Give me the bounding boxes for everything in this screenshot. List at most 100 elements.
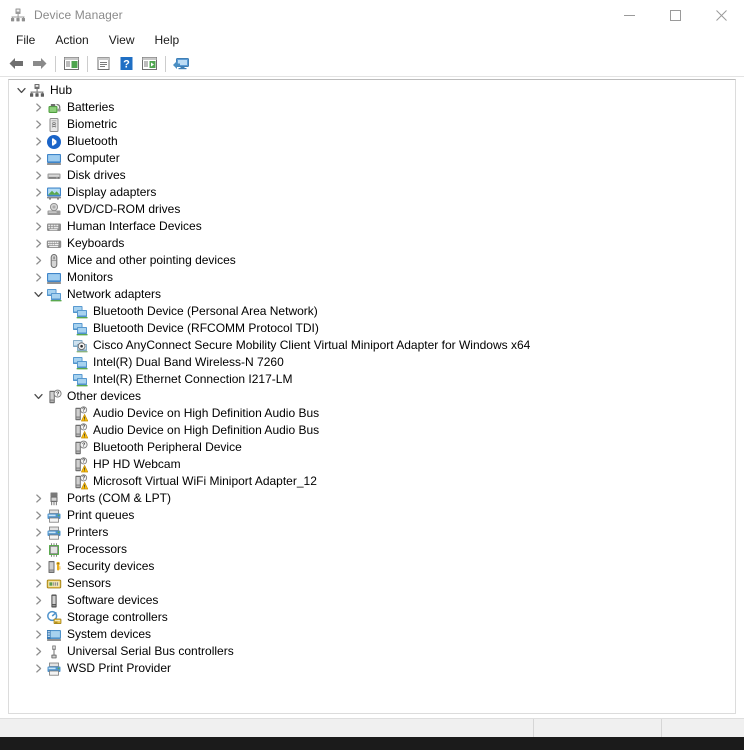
- device-tree-panel[interactable]: Hub Batteries Biometric Bluetooth Computer Di…: [8, 79, 736, 714]
- tree-node[interactable]: Disk drives: [9, 167, 735, 184]
- tree-node[interactable]: Computer: [9, 150, 735, 167]
- menu-item-view[interactable]: View: [99, 31, 145, 50]
- tree-node-label: Human Interface Devices: [67, 219, 202, 233]
- tree-node[interactable]: ? Audio Device on High Definition Audio B…: [9, 422, 735, 439]
- tree-expander-expanded[interactable]: [30, 388, 46, 405]
- tree-expander-collapsed[interactable]: [30, 592, 46, 609]
- tree-node[interactable]: Monitors: [9, 269, 735, 286]
- tree-expander-expanded[interactable]: [13, 82, 29, 99]
- console-tree-button[interactable]: [60, 53, 83, 75]
- toolbar-separator: [55, 55, 56, 72]
- tree-node[interactable]: Bluetooth: [9, 133, 735, 150]
- usb-controller-icon: [46, 644, 67, 660]
- tree-expander-collapsed[interactable]: [30, 524, 46, 541]
- tree-node-label: Audio Device on High Definition Audio Bu…: [93, 423, 320, 437]
- tree-expander-collapsed[interactable]: [30, 252, 46, 269]
- tree-expander-collapsed[interactable]: [30, 150, 46, 167]
- help-button[interactable]: ?: [115, 53, 138, 75]
- scan-hardware-button[interactable]: [170, 53, 193, 75]
- tree-expander-collapsed[interactable]: [30, 201, 46, 218]
- tree-node[interactable]: DVD/CD-ROM drives: [9, 201, 735, 218]
- tree-node[interactable]: Printers: [9, 524, 735, 541]
- svg-text:?: ?: [56, 391, 59, 397]
- tree-expander-collapsed[interactable]: [30, 167, 46, 184]
- tree-expander-collapsed[interactable]: [30, 184, 46, 201]
- tree-expander-collapsed[interactable]: [30, 541, 46, 558]
- tree-expander-collapsed[interactable]: [30, 490, 46, 507]
- tree-node[interactable]: ? Audio Device on High Definition Audio B…: [9, 405, 735, 422]
- tree-node[interactable]: Human Interface Devices: [9, 218, 735, 235]
- tree-expander-collapsed[interactable]: [30, 99, 46, 116]
- tree-expander-collapsed[interactable]: [30, 235, 46, 252]
- tree-node[interactable]: Sensors: [9, 575, 735, 592]
- tree-node[interactable]: Processors: [9, 541, 735, 558]
- tree-expander-collapsed[interactable]: [30, 218, 46, 235]
- tree-expander-collapsed[interactable]: [30, 116, 46, 133]
- tree-node[interactable]: Mice and other pointing devices: [9, 252, 735, 269]
- tree-node[interactable]: Software devices: [9, 592, 735, 609]
- tree-node[interactable]: Keyboards: [9, 235, 735, 252]
- tree-node[interactable]: Intel(R) Dual Band Wireless-N 7260: [9, 354, 735, 371]
- tree-expander-expanded[interactable]: [30, 286, 46, 303]
- tree-node[interactable]: Universal Serial Bus controllers: [9, 643, 735, 660]
- tree-node-label: Processors: [67, 542, 128, 556]
- tree-node[interactable]: Biometric: [9, 116, 735, 133]
- back-button[interactable]: [5, 53, 28, 75]
- tree-node[interactable]: Cisco AnyConnect Secure Mobility Client …: [9, 337, 735, 354]
- tree-node[interactable]: WSD Print Provider: [9, 660, 735, 677]
- menu-item-help[interactable]: Help: [145, 31, 190, 50]
- tree-node[interactable]: Bluetooth Device (RFCOMM Protocol TDI): [9, 320, 735, 337]
- tree-node[interactable]: Display adapters: [9, 184, 735, 201]
- svg-text:?: ?: [82, 407, 85, 413]
- tree-expander-collapsed[interactable]: [30, 507, 46, 524]
- tree-expander-collapsed[interactable]: [30, 558, 46, 575]
- svg-text:?: ?: [82, 424, 85, 430]
- tree-node[interactable]: Hub: [9, 82, 735, 99]
- tree-node[interactable]: ? Other devices: [9, 388, 735, 405]
- menu-item-action[interactable]: Action: [45, 31, 98, 50]
- tree-node-label: Print queues: [67, 508, 135, 522]
- forward-button[interactable]: [28, 53, 51, 75]
- tree-node[interactable]: Network adapters: [9, 286, 735, 303]
- maximize-button[interactable]: [652, 0, 698, 30]
- close-button[interactable]: [698, 0, 744, 30]
- tree-node[interactable]: Print queues: [9, 507, 735, 524]
- properties-button[interactable]: [92, 53, 115, 75]
- monitor-icon: [46, 270, 67, 286]
- tree-node-label: Software devices: [67, 593, 159, 607]
- svg-text:?: ?: [82, 458, 85, 464]
- tree-expander-collapsed[interactable]: [30, 133, 46, 150]
- tree-node-label: Display adapters: [67, 185, 157, 199]
- network-adapter-icon: [72, 372, 93, 388]
- tree-expander-collapsed[interactable]: [30, 269, 46, 286]
- tree-node-label: DVD/CD-ROM drives: [67, 202, 181, 216]
- tree-node-label: Keyboards: [67, 236, 125, 250]
- tree-node[interactable]: ? Microsoft Virtual WiFi Miniport Adapter…: [9, 473, 735, 490]
- unknown-device-warning-icon: ?: [72, 456, 93, 473]
- device-tree: Hub Batteries Biometric Bluetooth Computer Di…: [9, 80, 735, 677]
- tree-expander-collapsed[interactable]: [30, 643, 46, 660]
- update-driver-button[interactable]: [138, 53, 161, 75]
- minimize-button[interactable]: [606, 0, 652, 30]
- tree-node[interactable]: ? HP HD Webcam: [9, 456, 735, 473]
- tree-expander-collapsed[interactable]: [30, 660, 46, 677]
- tree-node[interactable]: Ports (COM & LPT): [9, 490, 735, 507]
- tree-node[interactable]: ? Bluetooth Peripheral Device: [9, 439, 735, 456]
- tree-node[interactable]: Storage controllers: [9, 609, 735, 626]
- security-device-icon: [46, 559, 67, 575]
- tree-node[interactable]: System devices: [9, 626, 735, 643]
- tree-expander-collapsed[interactable]: [30, 609, 46, 626]
- tree-node[interactable]: Batteries: [9, 99, 735, 116]
- tree-node-label: Intel(R) Dual Band Wireless-N 7260: [93, 355, 284, 369]
- tree-node[interactable]: Bluetooth Device (Personal Area Network): [9, 303, 735, 320]
- tree-node-label: Cisco AnyConnect Secure Mobility Client …: [93, 338, 531, 352]
- printer-icon: [46, 508, 67, 524]
- tree-node-label: Audio Device on High Definition Audio Bu…: [93, 406, 320, 420]
- toolbar-separator: [165, 55, 166, 72]
- tree-node-label: Microsoft Virtual WiFi Miniport Adapter_…: [93, 474, 317, 488]
- tree-expander-collapsed[interactable]: [30, 575, 46, 592]
- tree-expander-collapsed[interactable]: [30, 626, 46, 643]
- tree-node[interactable]: Intel(R) Ethernet Connection I217-LM: [9, 371, 735, 388]
- tree-node[interactable]: Security devices: [9, 558, 735, 575]
- menu-item-file[interactable]: File: [6, 31, 45, 50]
